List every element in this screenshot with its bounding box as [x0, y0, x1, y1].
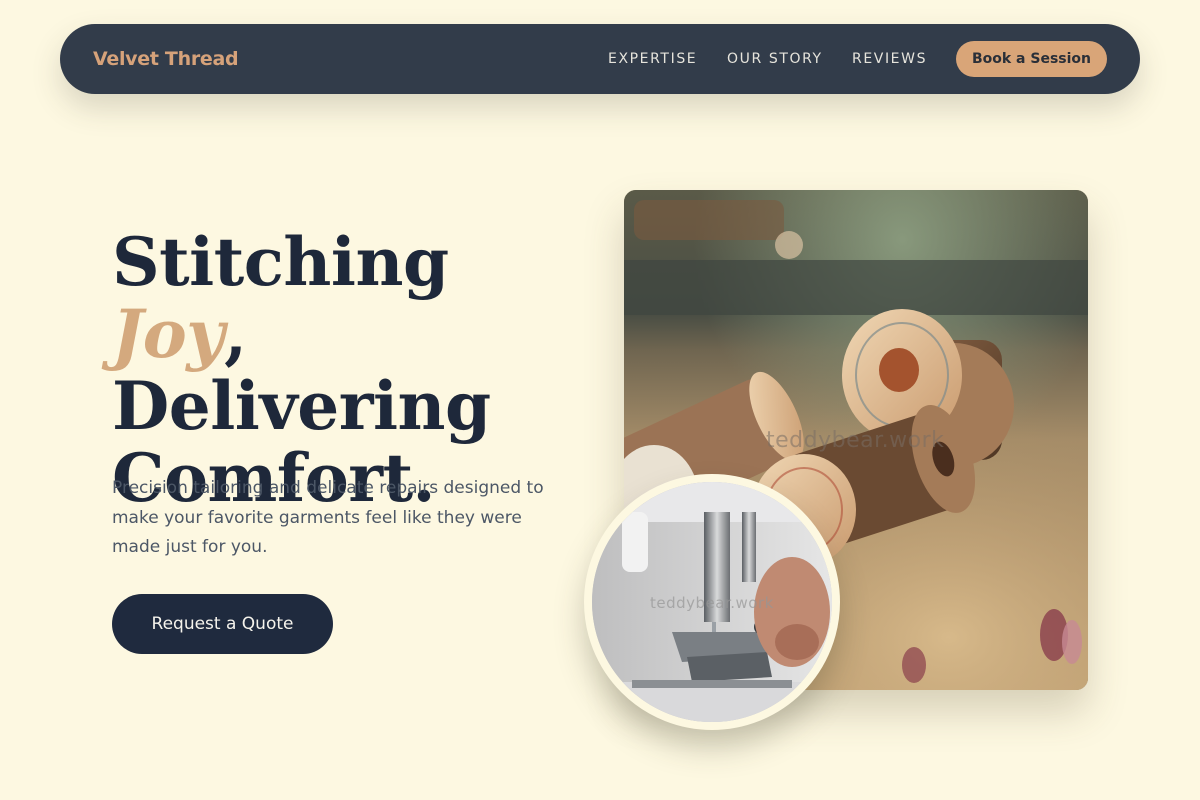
headline-accent: Joy	[112, 295, 225, 373]
headline-line2: Delivering	[112, 367, 491, 445]
brand-logo[interactable]: Velvet Thread	[93, 24, 239, 94]
request-quote-button[interactable]: Request a Quote	[112, 594, 333, 654]
nav-link-our-story[interactable]: OUR STORY	[727, 24, 823, 94]
nav-link-reviews[interactable]: REVIEWS	[852, 24, 927, 94]
headline-part1: Stitching	[112, 223, 449, 301]
hero-headline: Stitching Joy, Delivering Comfort.	[112, 226, 592, 514]
inset-watermark-text: teddybear.work	[650, 594, 774, 612]
book-session-button[interactable]: Book a Session	[956, 41, 1107, 77]
headline-part2: ,	[224, 295, 247, 373]
top-navbar: Velvet Thread EXPERTISE OUR STORY REVIEW…	[60, 24, 1140, 94]
watermark-text: teddybear.work	[766, 428, 945, 453]
hero-description: Precision tailoring and delicate repairs…	[112, 478, 544, 557]
sewing-machine-photo: teddybear.work	[584, 474, 840, 730]
nav-link-expertise[interactable]: EXPERTISE	[608, 24, 697, 94]
